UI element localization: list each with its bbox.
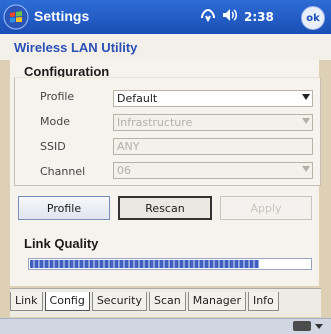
status-area: 2:38 xyxy=(200,8,274,25)
apply-button[interactable]: Apply xyxy=(220,196,312,220)
chevron-down-icon[interactable] xyxy=(302,118,310,124)
chevron-down-icon[interactable] xyxy=(302,94,310,100)
profile-label: Profile xyxy=(40,90,75,103)
ok-button[interactable]: ok xyxy=(301,6,325,30)
link-quality-bar xyxy=(28,258,312,270)
tab-link[interactable]: Link xyxy=(10,292,43,311)
channel-label: Channel xyxy=(40,165,86,178)
tab-config[interactable]: Config xyxy=(44,292,90,311)
chevron-down-icon[interactable] xyxy=(302,166,310,172)
tab-info[interactable]: Info xyxy=(247,292,279,311)
mode-select[interactable]: Infrastructure xyxy=(113,114,313,131)
tab-scan[interactable]: Scan xyxy=(149,292,186,311)
ssid-field[interactable]: ANY xyxy=(113,138,313,155)
mode-value: Infrastructure xyxy=(117,116,193,129)
profile-button[interactable]: Profile xyxy=(18,196,110,220)
title-bar: Settings 2:38 ok xyxy=(0,0,331,34)
profile-select[interactable]: Default xyxy=(113,90,313,107)
clock-text[interactable]: 2:38 xyxy=(244,10,274,24)
command-bar xyxy=(0,318,331,334)
link-quality-fill xyxy=(30,260,260,268)
tab-security[interactable]: Security xyxy=(91,292,147,311)
app-title: Wireless LAN Utility xyxy=(14,40,138,55)
windows-start-icon[interactable] xyxy=(3,4,29,30)
speaker-icon[interactable] xyxy=(222,8,238,25)
tab-manager[interactable]: Manager xyxy=(187,292,246,311)
app-header: Wireless LAN Utility xyxy=(0,34,331,61)
keyboard-icon[interactable] xyxy=(293,321,311,331)
mode-label: Mode xyxy=(40,115,70,128)
connectivity-icon[interactable] xyxy=(200,8,216,25)
ssid-label: SSID xyxy=(40,140,66,153)
profile-value: Default xyxy=(117,92,158,105)
tab-strip: Link Config Security Scan Manager Info xyxy=(10,288,321,317)
channel-select[interactable]: 06 xyxy=(113,162,313,179)
link-quality-heading: Link Quality xyxy=(24,236,99,251)
rescan-button[interactable]: Rescan xyxy=(118,196,212,220)
window-title: Settings xyxy=(34,8,90,24)
ssid-value: ANY xyxy=(117,140,140,153)
chevron-down-icon[interactable] xyxy=(315,324,323,329)
channel-value: 06 xyxy=(117,164,131,177)
